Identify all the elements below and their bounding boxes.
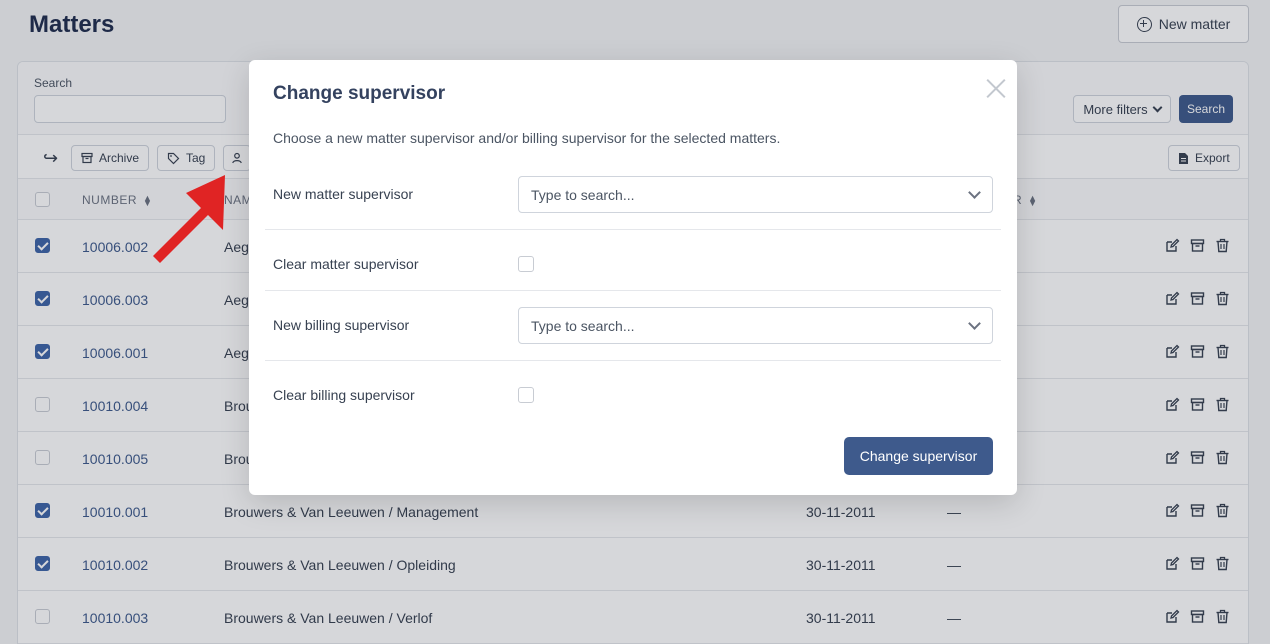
- clear-matter-supervisor-checkbox[interactable]: [518, 256, 534, 272]
- new-matter-supervisor-label: New matter supervisor: [273, 186, 414, 202]
- change-supervisor-button[interactable]: Change supervisor: [844, 437, 993, 475]
- divider: [265, 290, 1001, 291]
- divider: [265, 229, 1001, 230]
- annotation-arrow-icon: [153, 175, 225, 263]
- new-billing-supervisor-label: New billing supervisor: [273, 317, 410, 333]
- modal-title: Change supervisor: [273, 83, 446, 104]
- change-supervisor-modal: Change supervisor Choose a new matter su…: [249, 60, 1017, 495]
- close-icon[interactable]: [985, 77, 1007, 99]
- clear-matter-supervisor-label: Clear matter supervisor: [273, 256, 419, 272]
- clear-billing-supervisor-checkbox[interactable]: [518, 387, 534, 403]
- clear-billing-supervisor-label: Clear billing supervisor: [273, 387, 415, 403]
- new-matter-supervisor-select[interactable]: Type to search...: [518, 176, 993, 213]
- modal-description: Choose a new matter supervisor and/or bi…: [273, 130, 781, 146]
- select-placeholder: Type to search...: [531, 318, 635, 334]
- new-billing-supervisor-select[interactable]: Type to search...: [518, 307, 993, 344]
- divider: [265, 360, 1001, 361]
- chevron-down-icon: [968, 186, 981, 199]
- chevron-down-icon: [968, 317, 981, 330]
- select-placeholder: Type to search...: [531, 187, 635, 203]
